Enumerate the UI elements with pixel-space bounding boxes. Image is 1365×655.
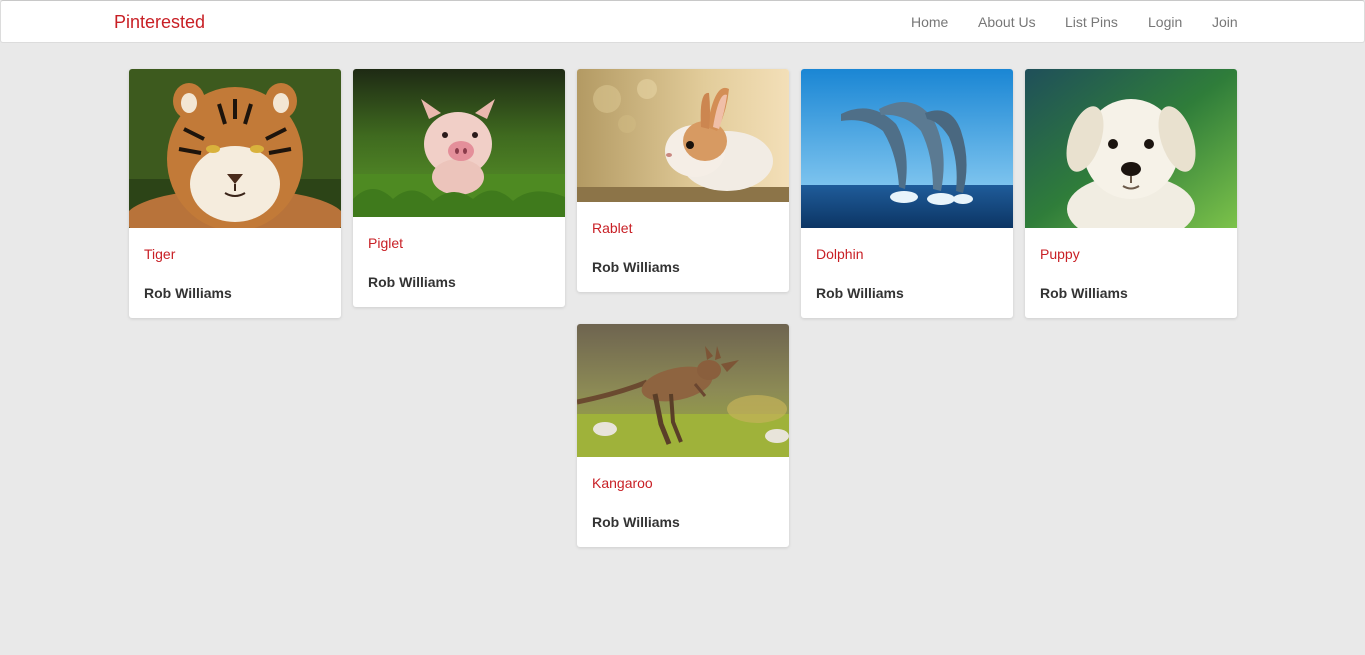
- nav-about-link[interactable]: About Us: [978, 14, 1036, 30]
- piglet-photo[interactable]: [353, 69, 565, 217]
- puppy-photo[interactable]: [1025, 69, 1237, 228]
- pin-title[interactable]: Dolphin: [816, 246, 998, 262]
- pin-card-puppy[interactable]: Puppy Rob Williams: [1025, 69, 1237, 318]
- pin-card-dolphin[interactable]: Dolphin Rob Williams: [801, 69, 1013, 318]
- pin-title[interactable]: Tiger: [144, 246, 326, 262]
- nav-login-link[interactable]: Login: [1148, 14, 1182, 30]
- pin-card-piglet[interactable]: Piglet Rob Williams: [353, 69, 565, 307]
- pin-title[interactable]: Rablet: [592, 220, 774, 236]
- pin-author: Rob Williams: [592, 259, 680, 275]
- pin-card-tiger[interactable]: Tiger Rob Williams: [129, 69, 341, 318]
- pin-author: Rob Williams: [1040, 285, 1128, 301]
- dolphin-photo[interactable]: [801, 69, 1013, 228]
- rabbit-photo[interactable]: [577, 69, 789, 202]
- pin-title[interactable]: Puppy: [1040, 246, 1222, 262]
- brand-link[interactable]: Pinterested: [114, 12, 205, 33]
- nav-list-pins-link[interactable]: List Pins: [1065, 14, 1118, 30]
- tiger-photo[interactable]: [129, 69, 341, 228]
- nav-home-link[interactable]: Home: [911, 14, 948, 30]
- pin-author: Rob Williams: [592, 514, 680, 530]
- kangaroo-photo[interactable]: [577, 324, 789, 457]
- pin-title[interactable]: Kangaroo: [592, 475, 774, 491]
- pin-author: Rob Williams: [368, 274, 456, 290]
- nav-join-link[interactable]: Join: [1212, 14, 1238, 30]
- top-navbar: Pinterested Home About Us List Pins Logi…: [0, 0, 1365, 43]
- pin-card-kangaroo[interactable]: Kangaroo Rob Williams: [577, 324, 789, 547]
- pin-author: Rob Williams: [144, 285, 232, 301]
- pin-card-rablet[interactable]: Rablet Rob Williams: [577, 69, 789, 292]
- pin-title[interactable]: Piglet: [368, 235, 550, 251]
- pin-author: Rob Williams: [816, 285, 904, 301]
